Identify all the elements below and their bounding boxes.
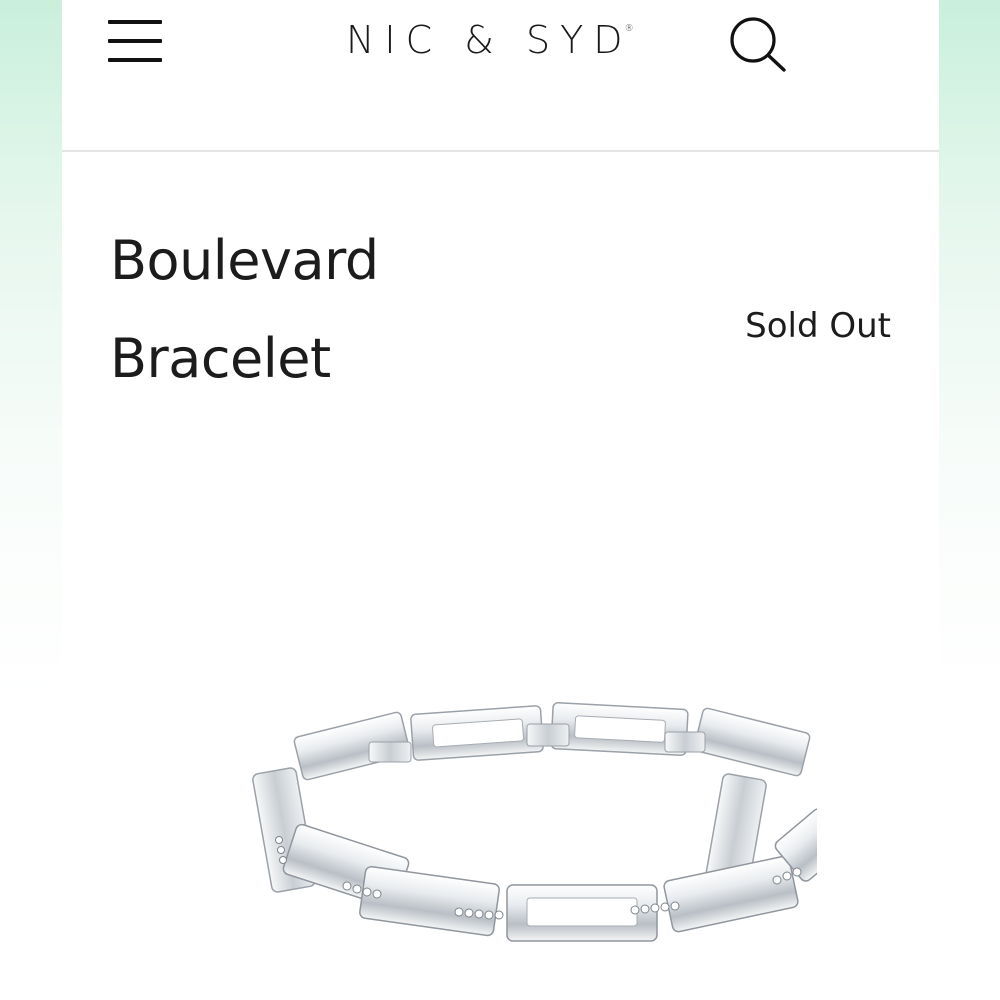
product-image[interactable] [197,690,850,1000]
site-header: NIC & SYD® [62,0,939,152]
menu-bar-top [108,20,162,24]
registered-mark: ® [624,24,634,34]
stock-status-badge: Sold Out [745,306,891,346]
product-page: NIC & SYD® Boulevard Bracelet Sold Out [62,0,939,1000]
left-background-margin [0,0,62,1000]
bracelet-back-links [293,702,811,781]
menu-bar-bottom [108,58,162,62]
menu-bar-middle [108,39,162,43]
brand-logo[interactable]: NIC & SYD® [346,18,642,62]
right-background-margin [938,0,1000,1000]
product-title: Boulevard Bracelet [110,212,379,408]
search-icon[interactable] [726,14,790,74]
hamburger-menu-icon[interactable] [106,18,164,66]
product-title-line-2: Bracelet [110,327,331,390]
brand-logo-text: NIC & SYD [346,18,633,62]
product-title-line-1: Boulevard [110,229,379,292]
